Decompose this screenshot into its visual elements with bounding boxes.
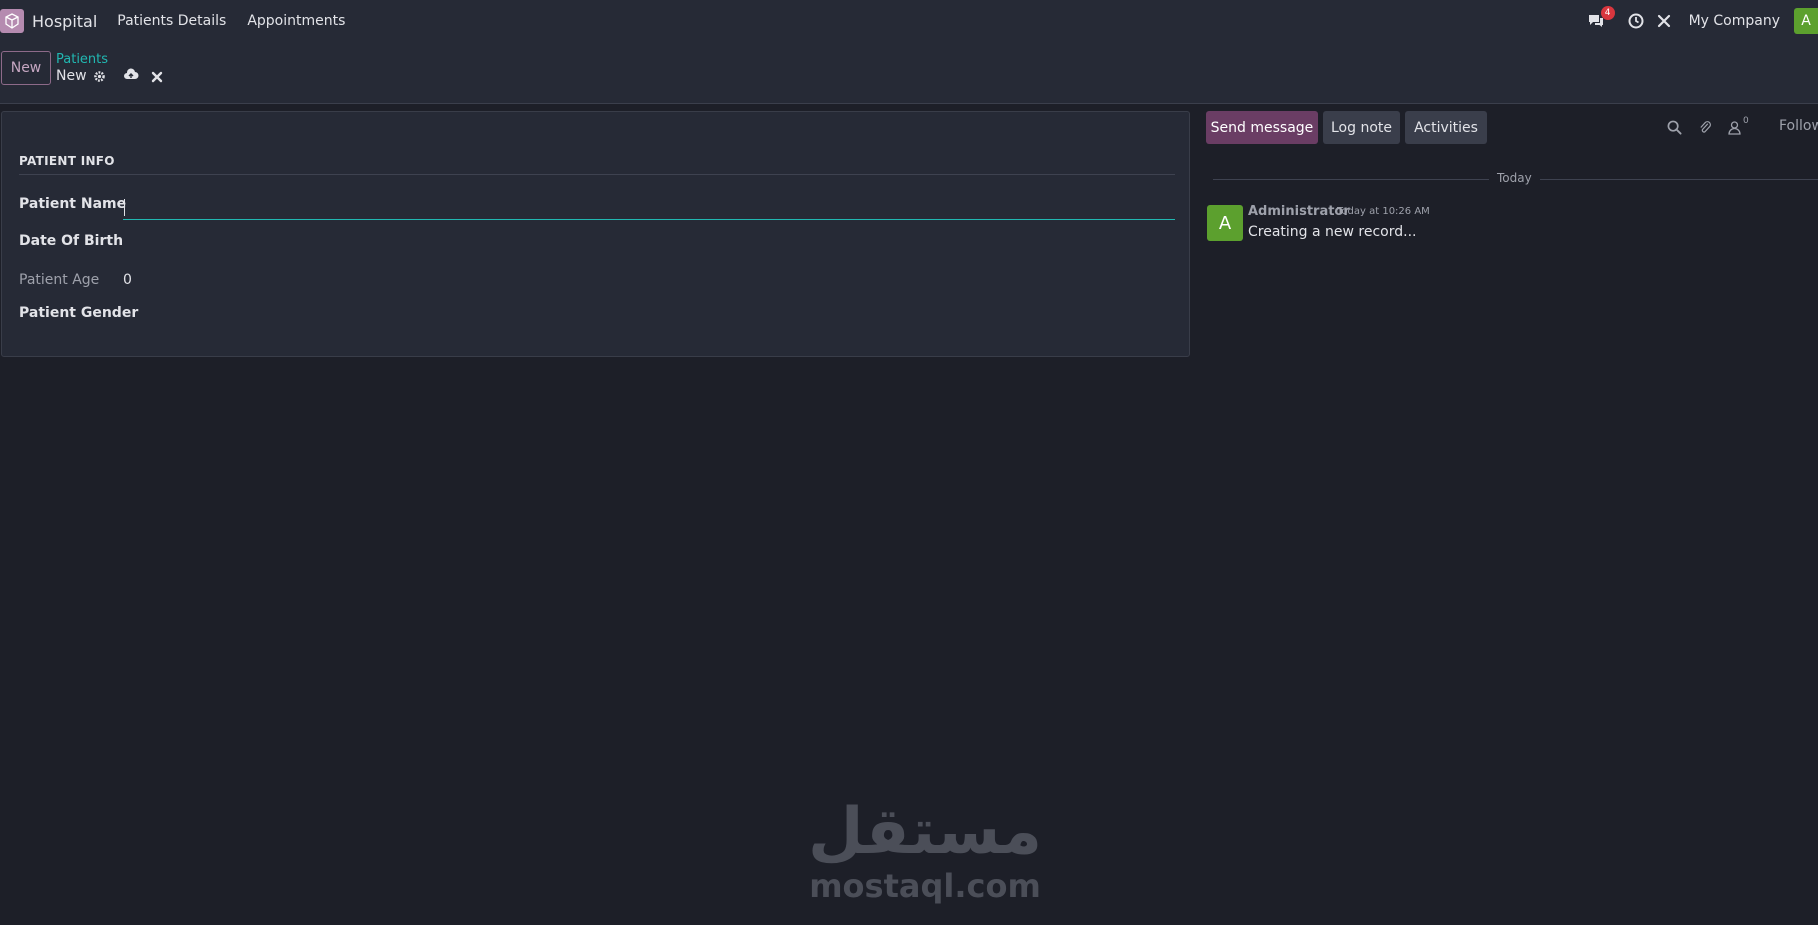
clock-icon[interactable] — [1625, 10, 1647, 32]
menu-patients-details[interactable]: Patients Details — [117, 13, 226, 29]
date-separator: Today — [1489, 171, 1540, 185]
save-cloud-icon[interactable] — [123, 67, 139, 86]
date-of-birth-label: Date Of Birth — [19, 233, 124, 249]
app-name[interactable]: Hospital — [32, 12, 97, 31]
patient-name-label: Patient Name — [19, 196, 127, 212]
patient-name-input[interactable] — [123, 194, 1175, 220]
breadcrumb: New — [56, 68, 106, 84]
patient-age-value: 0 — [123, 272, 132, 288]
watermark-arabic: مستقل — [807, 795, 1043, 869]
discard-icon[interactable] — [151, 68, 163, 87]
user-avatar[interactable]: A — [1794, 8, 1818, 34]
text-caret — [124, 199, 125, 216]
send-message-button[interactable]: Send message — [1206, 111, 1318, 144]
message-author[interactable]: Administrator — [1248, 204, 1350, 219]
message-author-avatar[interactable]: A — [1207, 205, 1243, 241]
chatter-panel: Send message Log note Activities 0 Follo… — [1200, 104, 1818, 925]
tools-icon[interactable] — [1653, 10, 1675, 32]
breadcrumb-patients[interactable]: Patients — [56, 52, 108, 67]
followers-count: 0 — [1743, 116, 1749, 126]
control-panel: New Patients New — [0, 42, 1818, 104]
messages-badge: 4 — [1600, 6, 1615, 20]
message-date: Today at 10:26 AM — [1337, 206, 1430, 217]
gear-icon[interactable] — [93, 70, 106, 83]
message-body: Creating a new record... — [1248, 224, 1417, 240]
follow-button[interactable]: Follow — [1779, 118, 1818, 134]
patient-gender-label: Patient Gender — [19, 305, 139, 321]
top-navbar: Hospital Patients Details Appointments 4… — [0, 0, 1818, 42]
messages-icon[interactable]: 4 — [1585, 6, 1615, 32]
new-button[interactable]: New — [1, 51, 51, 85]
paperclip-icon[interactable] — [1698, 120, 1712, 139]
watermark: مستقل mostaql.com — [770, 795, 1080, 905]
log-note-button[interactable]: Log note — [1323, 111, 1400, 144]
watermark-latin: mostaql.com — [809, 867, 1041, 905]
app-menu-icon[interactable] — [0, 9, 24, 33]
search-icon[interactable] — [1667, 120, 1682, 139]
form-sheet: PATIENT INFO Patient Name Date Of Birth … — [1, 111, 1190, 357]
followers-icon[interactable] — [1728, 120, 1741, 139]
company-switcher[interactable]: My Company — [1689, 13, 1780, 29]
patient-age-label: Patient Age — [19, 272, 100, 288]
section-title: PATIENT INFO — [19, 154, 1175, 175]
breadcrumb-current: New — [56, 68, 87, 84]
menu-appointments[interactable]: Appointments — [247, 13, 345, 29]
activities-button[interactable]: Activities — [1405, 111, 1487, 144]
